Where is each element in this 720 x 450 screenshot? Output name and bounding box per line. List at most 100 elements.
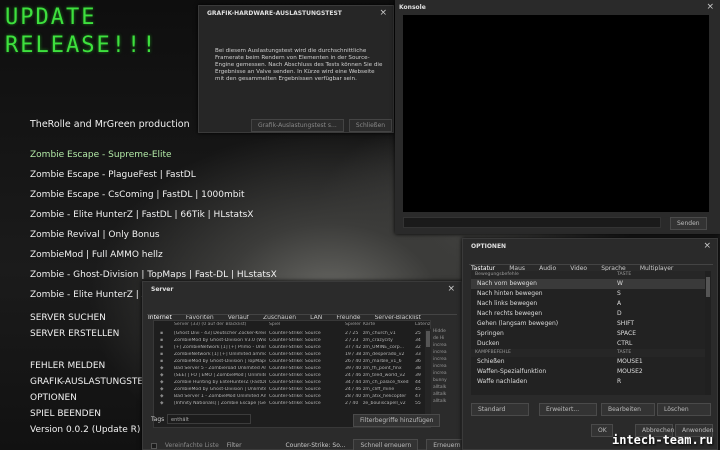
server-link-cscoming[interactable]: Zombie Escape - CsComing | FastDL | 1000… xyxy=(30,190,245,200)
table-row[interactable]: ◆ (SEE) | FO | EMO | ZombieMod | Unlimite… xyxy=(154,372,430,379)
binding-row[interactable]: Waffen-Spezialfunktion MOUSE2 xyxy=(471,367,711,377)
row-map: zm_UMINE_corp... xyxy=(363,345,405,350)
bindings-scrollbar[interactable] xyxy=(705,271,711,395)
binding-key: CTRL xyxy=(617,340,633,347)
binding-action: Nach vorn bewegen xyxy=(477,280,537,287)
shield-icon: ◆ xyxy=(160,366,164,371)
menu-optionen[interactable]: OPTIONEN xyxy=(30,393,77,403)
binding-row[interactable]: Gehen (langsam bewegen) SHIFT xyxy=(471,319,711,329)
menu-fehler-melden[interactable]: FEHLER MELDEN xyxy=(30,361,105,371)
advanced-button[interactable]: Erweitert... xyxy=(539,403,597,416)
server-link-zombiemod[interactable]: ZombieMod | Full AMMO hellz xyxy=(30,250,163,260)
table-row[interactable]: ◆ Bad Server 1 - ZombieMod Unlimited Ammo… xyxy=(154,393,430,400)
row-name: Bad Server 1 - ZombieMod Unlimited Ammo xyxy=(174,394,266,399)
binding-action: Nach hinten bewegen xyxy=(477,290,543,297)
quick-refresh-button[interactable]: Schnell erneuern xyxy=(353,439,419,450)
close-icon[interactable]: × xyxy=(706,2,714,12)
shield-icon: ◆ xyxy=(160,387,164,392)
shield-icon: ◆ xyxy=(160,373,164,378)
close-icon[interactable]: × xyxy=(379,8,387,18)
col-latency[interactable]: Latenz xyxy=(415,322,430,327)
binding-action: Nach rechts bewegen xyxy=(477,310,543,317)
table-row[interactable]: ▪ ZombieNetwork [1] [+] Unlimited ammo Cou… xyxy=(154,351,430,358)
binding-row[interactable]: Nach links bewegen A xyxy=(471,299,711,309)
close-icon[interactable]: × xyxy=(703,241,711,251)
row-tag: increa xyxy=(433,357,447,362)
binding-row[interactable]: Springen SPACE xyxy=(471,329,711,339)
header-combat-key: TASTE xyxy=(617,350,632,355)
col-map[interactable]: Karte xyxy=(363,322,413,327)
table-row[interactable]: ◆ Bad Server 5 - Zombieroad Unlimited Amm… xyxy=(154,365,430,372)
filter-button[interactable]: Filter xyxy=(227,442,242,449)
tags-dropdown[interactable]: enthält xyxy=(167,414,251,424)
binding-row[interactable]: Ducken CTRL xyxy=(471,339,711,349)
server-link-zombie-revival[interactable]: Zombie Revival | Only Bonus xyxy=(30,230,160,240)
simple-list-checkbox[interactable] xyxy=(151,442,157,449)
binding-row[interactable]: Waffe nachladen R xyxy=(471,377,711,387)
row-map: zm_fh_point_finx xyxy=(363,366,402,371)
lock-icon: ▪ xyxy=(160,359,164,364)
delete-button[interactable]: Löschen xyxy=(657,403,711,416)
header-combat: KAMPFBEFEHLE xyxy=(475,350,511,355)
binding-row[interactable]: Nach rechts bewegen D xyxy=(471,309,711,319)
table-row[interactable]: ▪ ZombieMod by Ghost-Division | TopMaps Co… xyxy=(154,358,430,365)
col-players[interactable]: Spieler xyxy=(345,322,361,327)
menu-server-suchen[interactable]: SERVER SUCHEN xyxy=(30,313,106,323)
row-name: ZombieMod by Ghost-Division | Unlimited.… xyxy=(174,387,266,392)
table-row[interactable]: ▪ [Ghost Divi - 43] Deutscher Zocker-Krei… xyxy=(154,330,430,337)
table-row[interactable]: ◆ ZombieMod by Ghost-Division | Unlimited… xyxy=(154,386,430,393)
server-link-plaguefest[interactable]: Zombie Escape - PlagueFest | FastDL xyxy=(30,170,196,180)
update-release-banner: UPDATE RELEASE!!! xyxy=(5,4,157,60)
menu-spiel-beenden[interactable]: SPIEL BEENDEN xyxy=(30,409,101,419)
dialog-close-button[interactable]: Schließen xyxy=(348,119,393,132)
binding-row[interactable]: Nach hinten bewegen S xyxy=(471,289,711,299)
menu-server-erstellen[interactable]: SERVER ERSTELLEN xyxy=(30,329,119,339)
row-players: 34 / 44 xyxy=(345,380,361,385)
add-filter-button[interactable]: Filterbegriffe hinzufügen xyxy=(353,414,441,427)
row-map: zm_church_v1 xyxy=(363,331,396,336)
binding-action: Gehen (langsam bewegen) xyxy=(477,320,559,327)
server-list-scrollbar[interactable] xyxy=(425,329,431,427)
scroll-thumb[interactable] xyxy=(426,331,430,347)
server-link-supreme-elite[interactable]: Zombie Escape - Supreme-Elite xyxy=(30,150,172,160)
tags-label: Tags xyxy=(151,416,165,423)
col-game[interactable]: Spiel xyxy=(269,322,343,327)
standard-button[interactable]: Standard xyxy=(471,403,529,416)
row-players: 2 / 25 xyxy=(345,331,359,336)
console-window: Konsole × xyxy=(395,0,720,234)
row-tag: increa xyxy=(433,371,447,376)
binding-row[interactable]: Schießen MOUSE1 xyxy=(471,357,711,367)
row-players: 2 / 40 xyxy=(345,401,359,406)
scroll-thumb[interactable] xyxy=(706,277,710,297)
row-players: 37 / 42 xyxy=(345,345,361,350)
binding-action: Springen xyxy=(477,330,504,337)
table-row[interactable]: ◆ [Infinity Nationals] | Zombie Escape [G… xyxy=(154,400,430,407)
server-table: Server (33) (0 auf der Blacklist) Spiel … xyxy=(153,320,431,428)
binding-action: Nach links bewegen xyxy=(477,300,538,307)
credit-text: TheRolle and MrGreen production xyxy=(30,119,190,130)
console-input[interactable] xyxy=(403,217,661,228)
table-row[interactable]: ◆ Zombie Hunting by EliteHunterZ (FastDL … xyxy=(154,379,430,386)
game-filter[interactable]: Counter-Strike: So... xyxy=(285,442,345,449)
options-divider xyxy=(469,264,713,265)
lock-icon: ▪ xyxy=(160,345,164,350)
row-map: zm_cliff_mine xyxy=(363,387,395,392)
start-test-button[interactable]: Grafik-Auslastungstest s... xyxy=(251,119,344,132)
row-map: zm_desperado_v2 xyxy=(363,352,405,357)
table-row[interactable]: ▪ ZombieMod by Ghost-Division V3.0 (Wispe… xyxy=(154,337,430,344)
server-link-ghost-division[interactable]: Zombie - Ghost-Division | TopMaps | Fast… xyxy=(30,270,277,280)
row-tag: Hidde xyxy=(433,329,446,334)
binding-row[interactable]: Nach vorn bewegen W xyxy=(471,279,711,289)
lock-icon: ▪ xyxy=(160,352,164,357)
edit-button[interactable]: Bearbeiten xyxy=(601,403,655,416)
col-server[interactable]: Server (33) (0 auf der Blacklist) xyxy=(174,322,266,327)
row-map: zm_marble_v1_6 xyxy=(363,359,402,364)
console-send-button[interactable]: Senden xyxy=(670,217,707,230)
row-map: zm_crazycity xyxy=(363,338,393,343)
close-icon[interactable]: × xyxy=(447,284,455,294)
ok-button[interactable]: OK xyxy=(591,424,613,437)
menu-grafik-test[interactable]: GRAFIK-AUSLASTUNGSTEST xyxy=(30,377,154,387)
server-link-elite-hunterz[interactable]: Zombie - Elite HunterZ | FastDL | 66Tik … xyxy=(30,210,253,220)
binding-action: Ducken xyxy=(477,340,500,347)
table-row[interactable]: ▪ [+] ZombieNetwork [1] [+] Primo - Unlim… xyxy=(154,344,430,351)
